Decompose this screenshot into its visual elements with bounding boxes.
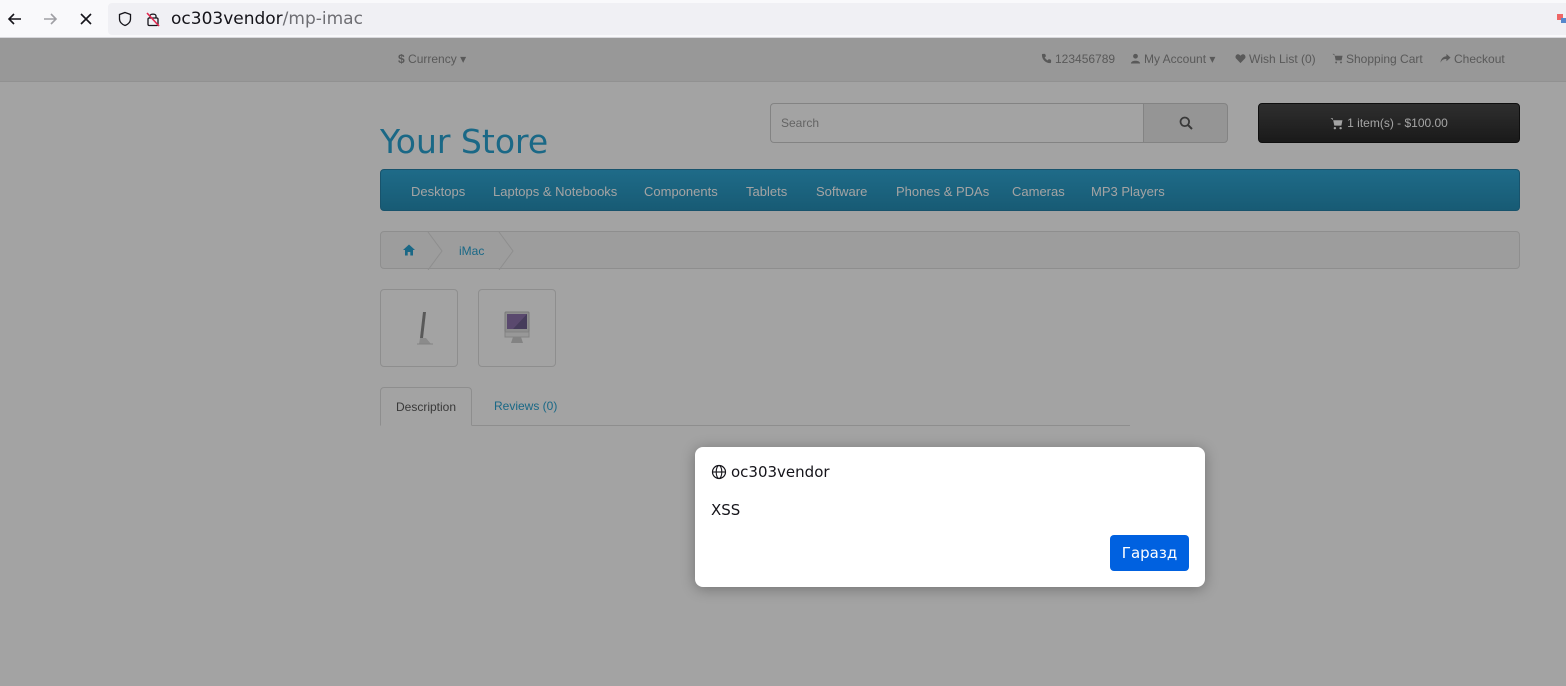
insecure-lock-icon[interactable] — [145, 11, 161, 27]
forward-arrow-icon[interactable] — [40, 9, 60, 29]
browser-toolbar: oc303vendor/mp-imac — [0, 0, 1566, 38]
url-text[interactable]: oc303vendor/mp-imac — [171, 9, 363, 29]
shield-icon[interactable] — [117, 11, 133, 27]
globe-icon — [711, 464, 727, 480]
back-arrow-icon[interactable] — [5, 9, 25, 29]
dialog-origin: oc303vendor — [731, 463, 830, 481]
url-path: /mp-imac — [282, 9, 363, 29]
stop-loading-icon[interactable] — [76, 9, 96, 29]
dialog-message: XSS — [711, 501, 741, 519]
address-bar[interactable]: oc303vendor/mp-imac — [108, 3, 1566, 35]
url-host: oc303vendor — [171, 9, 283, 29]
ok-button[interactable]: Гаразд — [1110, 535, 1189, 571]
extension-icon[interactable] — [1555, 8, 1566, 28]
alert-dialog: oc303vendor XSS Гаразд — [695, 447, 1205, 587]
modal-backdrop — [0, 38, 1566, 686]
